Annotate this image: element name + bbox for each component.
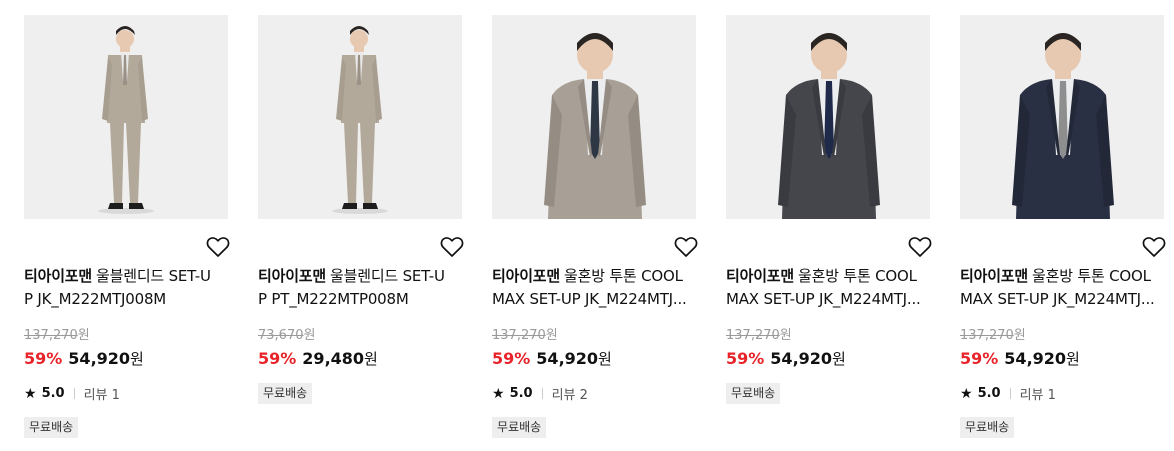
rating-row: ★ 5.0 리뷰 1 xyxy=(24,384,120,404)
star-icon: ★ xyxy=(24,385,37,402)
original-price-value: 137,270 xyxy=(24,328,78,343)
sale-price-value: 54,920 xyxy=(1004,349,1067,368)
original-price: 73,670원 xyxy=(258,324,315,343)
product-name-line2: MAX SET-UP JK_M224MTJ... xyxy=(960,290,1155,308)
star-icon: ★ xyxy=(960,385,973,402)
product-name-line1: 울혼방 투톤 COOL xyxy=(564,267,683,285)
product-name-line1: 울혼방 투톤 COOL xyxy=(1032,267,1151,285)
product-card[interactable]: 티아이포맨 울혼방 투톤 COOL MAX SET-UP JK_M224MTJ..… xyxy=(960,15,1166,438)
free-shipping-badge: 무료배송 xyxy=(726,383,781,404)
product-image[interactable] xyxy=(258,15,462,219)
rating-row: ★ 5.0 리뷰 1 xyxy=(960,384,1056,404)
free-shipping-badge: 무료배송 xyxy=(960,417,1015,438)
currency-unit: 원 xyxy=(779,328,792,343)
product-brand: 티아이포맨 xyxy=(24,267,93,285)
divider xyxy=(73,388,75,399)
rating-row: ★ 5.0 리뷰 2 xyxy=(492,384,588,404)
suit-fullbody-image xyxy=(24,15,228,219)
product-title[interactable]: 티아이포맨 울블렌디드 SET-U P PT_M222MTP008M xyxy=(258,265,464,311)
star-icon: ★ xyxy=(492,385,505,402)
currency-unit: 원 xyxy=(545,328,558,343)
rating-score: 5.0 xyxy=(41,386,65,401)
rating-score: 5.0 xyxy=(977,386,1001,401)
original-price-value: 137,270 xyxy=(492,328,546,343)
product-brand: 티아이포맨 xyxy=(492,267,561,285)
product-title[interactable]: 티아이포맨 울혼방 투톤 COOL MAX SET-UP JK_M224MTJ..… xyxy=(492,265,698,311)
currency-unit: 원 xyxy=(598,350,612,368)
product-brand: 티아이포맨 xyxy=(258,267,327,285)
product-brand: 티아이포맨 xyxy=(960,267,1029,285)
wishlist-heart-icon[interactable] xyxy=(1142,236,1166,258)
free-shipping-badge: 무료배송 xyxy=(24,417,79,438)
product-card[interactable]: 티아이포맨 울블렌디드 SET-U P JK_M222MTJ008M 137,27… xyxy=(24,15,230,438)
suit-fullbody-image xyxy=(258,15,462,219)
wishlist-heart-icon[interactable] xyxy=(674,236,698,258)
product-grid: 티아이포맨 울블렌디드 SET-U P JK_M222MTJ008M 137,27… xyxy=(0,0,1174,451)
currency-unit: 원 xyxy=(303,328,316,343)
discount-rate: 59% xyxy=(24,349,63,368)
product-image[interactable] xyxy=(24,15,228,219)
sale-price: 59% 54,920원 xyxy=(960,348,1080,369)
discount-rate: 59% xyxy=(258,349,297,368)
product-name-line1: 울혼방 투톤 COOL xyxy=(798,267,917,285)
product-brand: 티아이포맨 xyxy=(726,267,795,285)
review-count[interactable]: 리뷰 2 xyxy=(552,384,588,403)
discount-rate: 59% xyxy=(492,349,531,368)
product-title[interactable]: 티아이포맨 울혼방 투톤 COOL MAX SET-UP JK_M224MTJ..… xyxy=(960,265,1166,311)
original-price-value: 137,270 xyxy=(960,328,1014,343)
product-name-line2: P JK_M222MTJ008M xyxy=(24,290,167,308)
product-name-line2: P PT_M222MTP008M xyxy=(258,290,409,308)
free-shipping-badge: 무료배송 xyxy=(258,383,313,404)
discount-rate: 59% xyxy=(726,349,765,368)
product-name-line1: 울블렌디드 SET-U xyxy=(330,267,445,285)
original-price-value: 137,270 xyxy=(726,328,780,343)
divider xyxy=(1009,388,1011,399)
sale-price-value: 54,920 xyxy=(68,349,131,368)
rating-score: 5.0 xyxy=(509,386,533,401)
sale-price-value: 29,480 xyxy=(302,349,365,368)
discount-rate: 59% xyxy=(960,349,999,368)
wishlist-heart-icon[interactable] xyxy=(206,236,230,258)
wishlist-heart-icon[interactable] xyxy=(440,236,464,258)
original-price: 137,270원 xyxy=(492,324,558,343)
sale-price-value: 54,920 xyxy=(536,349,599,368)
product-card[interactable]: 티아이포맨 울혼방 투톤 COOL MAX SET-UP JK_M224MTJ..… xyxy=(492,15,698,438)
original-price: 137,270원 xyxy=(726,324,792,343)
sale-price: 59% 29,480원 xyxy=(258,348,378,369)
sale-price: 59% 54,920원 xyxy=(726,348,846,369)
wishlist-heart-icon[interactable] xyxy=(908,236,932,258)
currency-unit: 원 xyxy=(364,350,378,368)
divider xyxy=(541,388,543,399)
currency-unit: 원 xyxy=(77,328,90,343)
currency-unit: 원 xyxy=(832,350,846,368)
product-title[interactable]: 티아이포맨 울혼방 투톤 COOL MAX SET-UP JK_M224MTJ..… xyxy=(726,265,932,311)
review-count[interactable]: 리뷰 1 xyxy=(84,384,120,403)
product-card[interactable]: 티아이포맨 울혼방 투톤 COOL MAX SET-UP JK_M224MTJ..… xyxy=(726,15,932,404)
suit-halfbody-image xyxy=(726,15,930,219)
original-price: 137,270원 xyxy=(24,324,90,343)
currency-unit: 원 xyxy=(130,350,144,368)
currency-unit: 원 xyxy=(1013,328,1026,343)
original-price: 137,270원 xyxy=(960,324,1026,343)
product-name-line2: MAX SET-UP JK_M224MTJ... xyxy=(726,290,921,308)
suit-halfbody-image xyxy=(492,15,696,219)
product-image[interactable] xyxy=(960,15,1164,219)
sale-price: 59% 54,920원 xyxy=(24,348,144,369)
product-title[interactable]: 티아이포맨 울블렌디드 SET-U P JK_M222MTJ008M xyxy=(24,265,230,311)
product-image[interactable] xyxy=(492,15,696,219)
currency-unit: 원 xyxy=(1066,350,1080,368)
product-name-line1: 울블렌디드 SET-U xyxy=(96,267,211,285)
product-card[interactable]: 티아이포맨 울블렌디드 SET-U P PT_M222MTP008M 73,670… xyxy=(258,15,464,404)
sale-price: 59% 54,920원 xyxy=(492,348,612,369)
product-name-line2: MAX SET-UP JK_M224MTJ... xyxy=(492,290,687,308)
original-price-value: 73,670 xyxy=(258,328,304,343)
free-shipping-badge: 무료배송 xyxy=(492,417,547,438)
suit-halfbody-image xyxy=(960,15,1164,219)
product-image[interactable] xyxy=(726,15,930,219)
sale-price-value: 54,920 xyxy=(770,349,833,368)
review-count[interactable]: 리뷰 1 xyxy=(1020,384,1056,403)
